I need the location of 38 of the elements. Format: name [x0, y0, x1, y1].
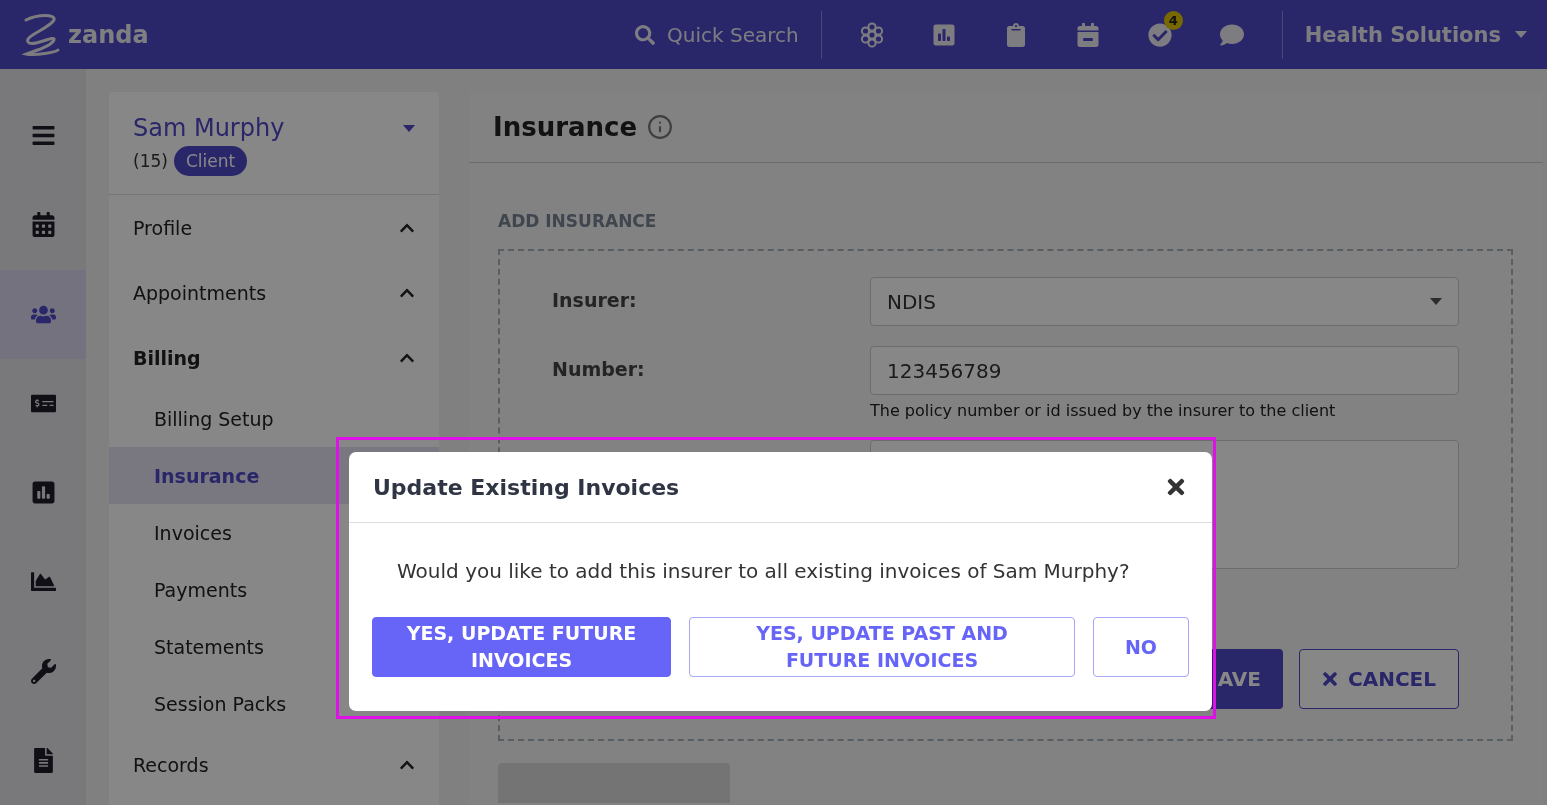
- nav-section[interactable]: Profile: [109, 195, 439, 260]
- caret-icon: [1430, 298, 1442, 305]
- quick-search[interactable]: Quick Search: [635, 10, 822, 59]
- search-icon: [635, 24, 656, 45]
- field-label: Number:: [552, 357, 646, 380]
- caret-icon: [1515, 31, 1527, 38]
- field-help: The policy number or id issued by the insurer to the client: [870, 401, 1337, 420]
- insurer-select[interactable]: NDIS: [870, 277, 1459, 326]
- calendar-icon[interactable]: [1075, 22, 1100, 47]
- chat-icon[interactable]: [1219, 22, 1244, 47]
- dialog-button[interactable]: YES, UPDATE FUTURE INVOICES: [372, 617, 671, 677]
- dialog-button[interactable]: NO: [1093, 617, 1189, 677]
- logo-text: zanda: [68, 20, 149, 49]
- calendar-icon: [30, 212, 56, 238]
- notification-badge: 4: [1163, 10, 1183, 30]
- nav-section[interactable]: Appointments: [109, 260, 439, 325]
- nav-item[interactable]: Billing Setup: [109, 390, 439, 447]
- client-count: (15): [133, 151, 168, 171]
- bar-chart-icon: [30, 480, 56, 506]
- client-name[interactable]: Sam Murphy: [133, 114, 285, 142]
- section-heading: ADD INSURANCE: [498, 211, 658, 231]
- dialog-button[interactable]: YES, UPDATE PAST AND FUTURE INVOICES: [689, 617, 1075, 677]
- info-icon[interactable]: [647, 114, 674, 140]
- close-icon: [1322, 669, 1338, 689]
- organisation-menu[interactable]: Health Solutions: [1281, 10, 1527, 59]
- field-label: Insurer:: [552, 288, 638, 311]
- dialog-message: Would you like to add this insurer to all existing invoices of Sam Murphy?: [397, 559, 1131, 583]
- page-title: Insurance: [493, 112, 638, 142]
- caret-icon[interactable]: [403, 124, 415, 132]
- bar-chart-icon[interactable]: [931, 22, 956, 47]
- client-tag: Client: [173, 146, 248, 176]
- number-field[interactable]: 123456789: [870, 346, 1459, 395]
- cancel-button[interactable]: CANCEL: [1299, 649, 1459, 709]
- nav-section[interactable]: Records: [109, 732, 439, 797]
- wrench-icon: [30, 658, 56, 684]
- logo-icon: [20, 11, 62, 58]
- nav-section[interactable]: Billing: [109, 325, 439, 390]
- flower-icon[interactable]: [858, 21, 885, 48]
